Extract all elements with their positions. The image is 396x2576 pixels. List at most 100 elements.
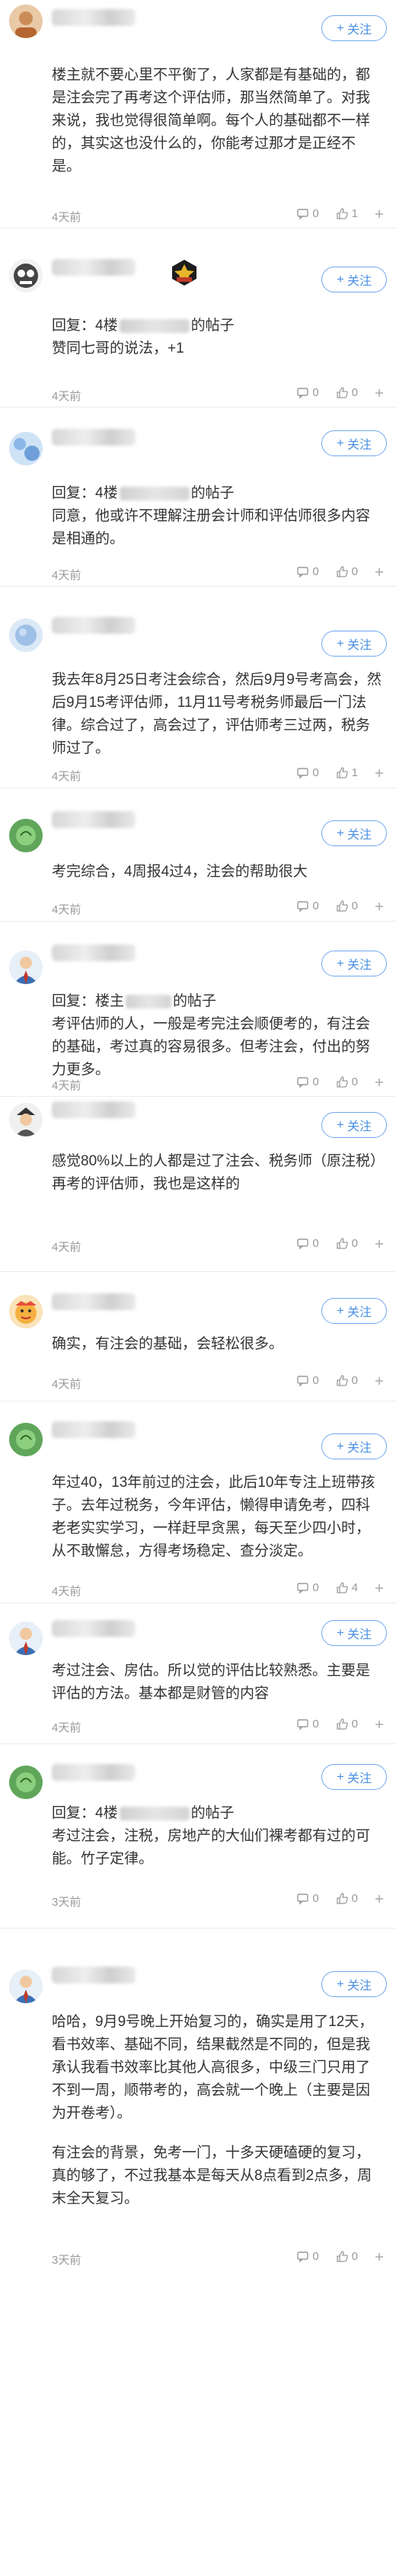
more-options-icon[interactable] <box>373 1076 385 1088</box>
follow-button[interactable]: + 关注 <box>321 631 387 657</box>
reply-count-button[interactable]: 0 <box>296 2250 319 2263</box>
avatar[interactable] <box>9 819 43 852</box>
like-count: 0 <box>351 1892 358 1905</box>
more-options-icon[interactable] <box>373 387 385 399</box>
reply-reference[interactable]: 回复：4楼 的帖子 <box>52 315 384 337</box>
comment-text: 哈哈，9月9号晚上开始复习的，确实是用了12天，看书效率、基础不同，结果截然是不… <box>52 2011 384 2210</box>
like-button[interactable]: 0 <box>336 386 358 399</box>
follow-button[interactable]: + 关注 <box>321 820 387 846</box>
like-count: 0 <box>351 1075 358 1088</box>
avatar[interactable] <box>9 1970 43 2003</box>
follow-button[interactable]: + 关注 <box>321 15 387 41</box>
more-options-icon[interactable] <box>373 1582 385 1594</box>
comment-icon <box>297 1238 309 1250</box>
comment-icon <box>297 388 309 399</box>
avatar[interactable] <box>9 1766 43 1799</box>
like-button[interactable]: 0 <box>336 1892 358 1905</box>
username-blurred[interactable] <box>52 1421 136 1438</box>
like-button[interactable]: 0 <box>336 900 358 912</box>
like-button[interactable]: 0 <box>336 1237 358 1250</box>
like-button[interactable]: 0 <box>336 1374 358 1387</box>
follow-button[interactable]: + 关注 <box>321 267 387 292</box>
username-blurred[interactable] <box>52 9 136 26</box>
reply-count-button[interactable]: 0 <box>296 1374 319 1387</box>
more-options-icon[interactable] <box>373 1238 385 1250</box>
comment-actions: 0 0 <box>279 1374 385 1387</box>
like-button[interactable]: 0 <box>336 2250 358 2263</box>
comment-item: + 关注 回复：4楼 的帖子 赞同七哥的说法，+1 4天前 0 0 <box>0 229 396 407</box>
avatar[interactable] <box>9 432 43 465</box>
avatar[interactable] <box>9 1103 43 1136</box>
username-blurred[interactable] <box>52 259 136 276</box>
username-blurred[interactable] <box>52 811 136 828</box>
like-button[interactable]: 0 <box>336 1075 358 1088</box>
comment-text: 感觉80%以上的人都是过了注会、税务师（原注税）再考的评估师，我也是这样的 <box>52 1150 384 1196</box>
comment-item: + 关注 感觉80%以上的人都是过了注会、税务师（原注税）再考的评估师，我也是这样… <box>0 1097 396 1272</box>
comment-icon <box>297 1077 309 1088</box>
more-options-icon[interactable] <box>373 767 385 779</box>
reply-count-button[interactable]: 0 <box>296 766 319 779</box>
follow-button[interactable]: + 关注 <box>321 1433 387 1459</box>
more-options-icon[interactable] <box>373 1893 385 1905</box>
like-button[interactable]: 1 <box>336 766 358 779</box>
follow-label: 关注 <box>346 829 372 842</box>
comment-paragraph: 年过40，13年前过的注会，此后10年专注上班带孩子。去年过税务，今年评估，懒得… <box>52 1475 375 1559</box>
reply-count-button[interactable]: 0 <box>296 900 319 912</box>
reply-reference[interactable]: 回复：4楼 的帖子 <box>52 482 384 505</box>
plus-icon: + <box>337 1977 344 1991</box>
reply-target: 4楼 <box>95 318 118 334</box>
follow-button[interactable]: + 关注 <box>321 1298 387 1324</box>
comment-text: 回复：楼主 的帖子 考评估师的人，一般是考完注会顺便考的，有注会的基础，考过真的容… <box>52 990 384 1082</box>
avatar[interactable] <box>9 259 43 292</box>
follow-button[interactable]: + 关注 <box>321 430 387 456</box>
more-options-icon[interactable] <box>373 208 385 220</box>
like-button[interactable]: 0 <box>336 565 358 578</box>
avatar[interactable] <box>9 5 43 38</box>
comment-item: + 关注 年过40，13年前过的注会，此后10年专注上班带孩子。去年过税务，今年评… <box>0 1401 396 1603</box>
reply-count-button[interactable]: 0 <box>296 565 319 578</box>
follow-button[interactable]: + 关注 <box>321 1764 387 1790</box>
username-blurred[interactable] <box>52 1967 136 1983</box>
more-options-icon[interactable] <box>373 566 385 578</box>
username-blurred[interactable] <box>52 617 136 634</box>
reply-reference[interactable]: 回复：4楼 的帖子 <box>52 1802 384 1825</box>
more-options-icon[interactable] <box>373 2251 385 2263</box>
username-blurred[interactable] <box>52 1764 136 1781</box>
reply-count-button[interactable]: 0 <box>296 1075 319 1088</box>
follow-button[interactable]: + 关注 <box>321 1971 387 1997</box>
comment-actions: 0 1 <box>279 207 385 220</box>
more-options-icon[interactable] <box>373 1375 385 1387</box>
reply-count-button[interactable]: 0 <box>296 1718 319 1731</box>
like-count: 0 <box>351 1374 358 1387</box>
reply-count-button[interactable]: 0 <box>296 386 319 399</box>
timestamp: 4天前 <box>52 1079 81 1092</box>
reply-count-button[interactable]: 0 <box>296 1237 319 1250</box>
like-button[interactable]: 1 <box>336 207 358 220</box>
follow-button[interactable]: + 关注 <box>321 1112 387 1138</box>
reply-count-button[interactable]: 0 <box>296 1581 319 1594</box>
avatar[interactable] <box>9 1622 43 1655</box>
reply-count-button[interactable]: 0 <box>296 207 319 220</box>
follow-label: 关注 <box>346 24 372 37</box>
avatar[interactable] <box>9 951 43 984</box>
avatar[interactable] <box>9 1295 43 1328</box>
follow-button[interactable]: + 关注 <box>321 951 387 976</box>
comment-actions: 0 0 <box>279 386 385 399</box>
username-blurred[interactable] <box>52 1293 136 1310</box>
more-options-icon[interactable] <box>373 1718 385 1731</box>
like-button[interactable]: 4 <box>336 1581 358 1594</box>
follow-button[interactable]: + 关注 <box>321 1620 387 1646</box>
reply-reference[interactable]: 回复：楼主 的帖子 <box>52 990 384 1013</box>
comment-count: 0 <box>312 207 319 220</box>
username-blurred[interactable] <box>52 429 136 446</box>
avatar[interactable] <box>9 618 43 652</box>
avatar[interactable] <box>9 1423 43 1456</box>
reply-suffix: 的帖子 <box>190 485 235 501</box>
username-blurred[interactable] <box>52 1101 136 1118</box>
like-button[interactable]: 0 <box>336 1718 358 1731</box>
username-blurred[interactable] <box>52 1620 136 1637</box>
more-options-icon[interactable] <box>373 900 385 912</box>
username-blurred[interactable] <box>52 944 136 961</box>
comment-actions: 0 0 <box>279 1075 385 1088</box>
reply-count-button[interactable]: 0 <box>296 1892 319 1905</box>
